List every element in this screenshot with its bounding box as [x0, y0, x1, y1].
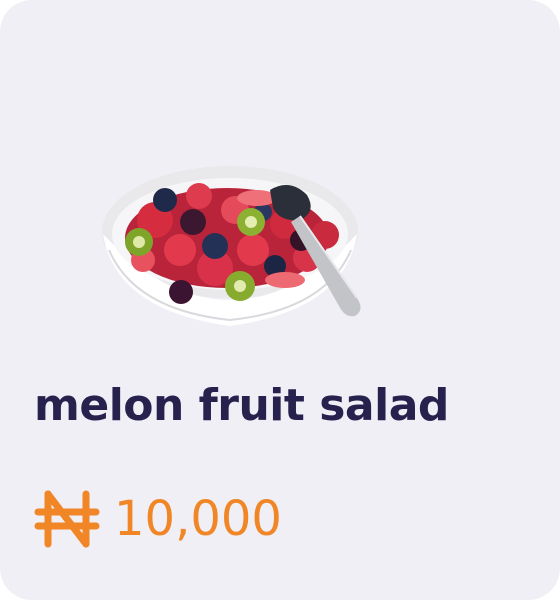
fruit-salad-bowl-image [95, 150, 380, 335]
product-card[interactable]: melon fruit salad 10,000 [0, 0, 560, 600]
naira-icon [34, 490, 100, 548]
price-amount: 10,000 [114, 491, 282, 547]
product-price: 10,000 [34, 490, 282, 548]
product-title: melon fruit salad [34, 380, 449, 431]
